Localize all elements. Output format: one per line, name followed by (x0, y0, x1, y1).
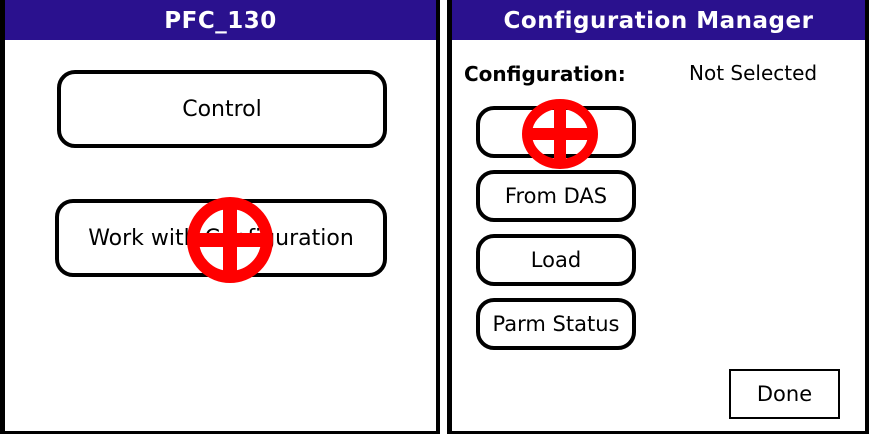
done-button[interactable]: Done (729, 369, 840, 419)
control-button-label: Control (182, 96, 262, 122)
app-title: PFC_130 (164, 8, 277, 34)
left-screen: PFC_130 Control Work with Configuration (0, 0, 440, 434)
control-button[interactable]: Control (57, 70, 387, 148)
configuration-label: Configuration: (464, 62, 626, 86)
window-title: Configuration Manager (503, 8, 814, 34)
title-bar: Configuration Manager (452, 0, 865, 40)
load-button-label: Load (530, 248, 582, 272)
from-das-button[interactable]: From DAS (476, 170, 636, 222)
from-das-button-label: From DAS (504, 184, 608, 208)
parm-status-button[interactable]: Parm Status (476, 298, 636, 350)
done-button-label: Done (756, 382, 813, 406)
parm-status-button-label: Parm Status (492, 312, 620, 336)
configuration-value: Not Selected (689, 61, 818, 85)
right-screen: Configuration Manager Configuration: Not… (447, 0, 869, 434)
load-button[interactable]: Load (476, 234, 636, 286)
new-button-label: New (533, 120, 579, 144)
work-with-configuration-button[interactable]: Work with Configuration (55, 199, 387, 277)
title-bar: PFC_130 (5, 0, 436, 40)
work-with-configuration-label: Work with Configuration (88, 225, 354, 251)
new-button[interactable]: New (476, 106, 636, 158)
